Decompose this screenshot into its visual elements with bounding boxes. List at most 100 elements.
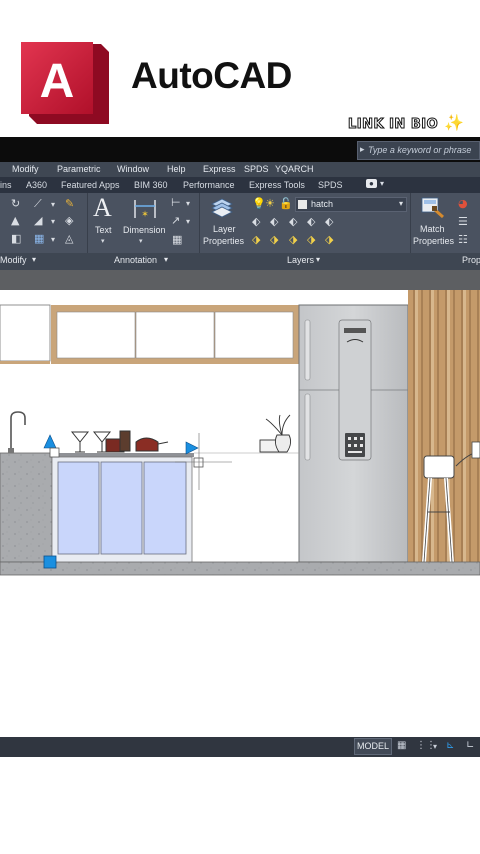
layer-properties-icon[interactable] (211, 197, 233, 219)
tab-dropdown-icon[interactable]: ▾ (380, 179, 384, 188)
tab-express-tools[interactable]: Express Tools (249, 180, 305, 190)
offset-icon[interactable]: ◬ (65, 233, 73, 244)
search-input[interactable]: ▸ Type a keyword or phrase (357, 141, 480, 160)
layer-tool-7-icon[interactable]: ⬗ (270, 234, 278, 245)
upper-cabinet-door-1 (56, 311, 136, 359)
mirror-icon[interactable]: ▲ (11, 215, 19, 226)
array-icon[interactable]: ▦ (34, 233, 44, 244)
layer-tool-5-icon[interactable]: ⬖ (325, 216, 333, 227)
panel-annotation-title[interactable]: Annotation (114, 255, 157, 265)
layer-tool-4-icon[interactable]: ⬖ (307, 216, 315, 227)
menu-parametric[interactable]: Parametric (57, 164, 101, 174)
file-tab-strip (0, 270, 480, 290)
rotate-icon[interactable]: ↻ (11, 198, 20, 209)
tab-performance[interactable]: Performance (183, 180, 235, 190)
dimension-dropdown-icon[interactable]: ▾ (139, 236, 143, 247)
cabinet-door-2 (100, 461, 143, 555)
panel-properties-title[interactable]: Prop (462, 255, 480, 265)
search-placeholder: Type a keyword or phrase (368, 145, 472, 155)
trim-dropdown-icon[interactable]: ▾ (51, 199, 55, 210)
cabinet-door-3 (143, 461, 187, 555)
layer-current-name: hatch (311, 199, 334, 209)
logo-letter: A (40, 55, 75, 108)
status-bar: MODEL ▦ ⋮⋮ ▾ ⊾ ∟ (0, 737, 480, 757)
left-wall-cabinet (0, 304, 51, 362)
tab-featured-apps[interactable]: Featured Apps (61, 180, 120, 190)
layer-tool-2-icon[interactable]: ⬖ (270, 216, 278, 227)
tab-bim-360[interactable]: BIM 360 (134, 180, 168, 190)
tab-overflow-icon[interactable]: ● (366, 179, 377, 188)
autocad-logo: A (21, 42, 109, 124)
panel-layers-title[interactable]: Layers (287, 255, 314, 265)
layer-lock-icon[interactable]: 🔓 (279, 198, 293, 209)
explode-icon[interactable]: ◈ (65, 215, 73, 226)
linear-dropdown-icon[interactable]: ▾ (186, 198, 190, 209)
tab-a360[interactable]: A360 (26, 180, 47, 190)
table-icon[interactable]: ▦ (172, 234, 182, 245)
fillet-icon[interactable]: ◢ (34, 215, 42, 226)
scale-icon[interactable]: ◧ (11, 233, 21, 244)
model-space-blank[interactable] (0, 580, 480, 736)
text-tool-label[interactable]: Text (95, 225, 112, 235)
dimension-icon[interactable]: ✶ (132, 198, 158, 220)
panel-modify-dropdown-icon[interactable]: ▾ (32, 255, 36, 264)
upper-cabinet-door-3 (214, 311, 294, 359)
linetype-icon[interactable]: ☰ (458, 216, 468, 227)
menu-express[interactable]: Express (203, 164, 236, 174)
menu-spds[interactable]: SPDS (244, 164, 269, 174)
match-properties-label-2[interactable]: Properties (413, 236, 454, 246)
text-dropdown-icon[interactable]: ▾ (101, 236, 105, 247)
floor-slab (0, 561, 480, 576)
layer-color-swatch (298, 200, 307, 209)
menu-help[interactable]: Help (167, 164, 186, 174)
polar-tracking-icon[interactable]: ∟ (466, 740, 474, 751)
grid-display-icon[interactable]: ▦ (397, 740, 406, 751)
lineweight-icon[interactable]: ☷ (458, 234, 468, 245)
panel-modify-title[interactable]: Modify (0, 255, 27, 265)
erase-icon[interactable]: ✎ (65, 198, 74, 209)
layer-properties-label-2[interactable]: Properties (203, 236, 244, 246)
text-tool-icon[interactable]: A (93, 195, 112, 221)
tab-plugins[interactable]: ins (0, 180, 12, 190)
layer-on-icon[interactable]: 💡 (252, 198, 266, 209)
menu-window[interactable]: Window (117, 164, 149, 174)
layer-tool-8-icon[interactable]: ⬗ (289, 234, 297, 245)
panel-annotation-dropdown-icon[interactable]: ▾ (164, 255, 168, 264)
panel-layers-dropdown-icon[interactable]: ▾ (316, 255, 320, 264)
leader-icon[interactable]: ↗ (171, 215, 180, 226)
match-properties-label-1[interactable]: Match (420, 224, 445, 234)
trim-icon[interactable]: ⟋ (34, 198, 42, 209)
array-dropdown-icon[interactable]: ▾ (51, 234, 55, 245)
layer-tool-9-icon[interactable]: ⬗ (307, 234, 315, 245)
layer-tool-6-icon[interactable]: ⬗ (252, 234, 260, 245)
ortho-mode-icon[interactable]: ⊾ (446, 740, 454, 751)
menu-modify[interactable]: Modify (12, 164, 39, 174)
layer-freeze-icon[interactable]: ☀ (265, 198, 275, 209)
base-grip (43, 555, 57, 569)
drawing-canvas[interactable] (0, 290, 480, 580)
layer-dropdown[interactable]: hatch ▾ (295, 197, 407, 212)
model-space-button[interactable]: MODEL (354, 738, 392, 755)
svg-text:✶: ✶ (141, 210, 149, 220)
leader-dropdown-icon[interactable]: ▾ (186, 216, 190, 227)
linear-dimension-icon[interactable]: ⊢ (171, 197, 181, 208)
ribbon-tab-bar: ins A360 Featured Apps BIM 360 Performan… (0, 177, 480, 193)
menu-yqarch[interactable]: YQARCH (275, 164, 314, 174)
dimension-tool-label[interactable]: Dimension (123, 225, 166, 235)
color-wheel-icon[interactable]: ◕ (458, 198, 468, 209)
fillet-dropdown-icon[interactable]: ▾ (51, 216, 55, 227)
menu-bar: Modify Parametric Window Help Express SP… (0, 162, 480, 177)
ribbon-panel-titles: Modify ▾ Annotation ▾ Layers ▾ Prop (0, 253, 480, 270)
snap-dropdown-icon[interactable]: ▾ (433, 742, 437, 751)
tab-spds[interactable]: SPDS (318, 180, 343, 190)
link-in-bio-caption: LINK IN BIO (347, 117, 439, 133)
layer-tool-1-icon[interactable]: ⬖ (252, 216, 260, 227)
cabinet-door-1 (57, 461, 100, 555)
layer-tool-10-icon[interactable]: ⬗ (325, 234, 333, 245)
match-properties-icon[interactable] (421, 197, 445, 219)
sparkle-emoji: ✨ (444, 113, 464, 132)
brand-title: AutoCAD (131, 55, 292, 96)
ribbon-panel: ↻ ⟋ ▾ ✎ ▲ ◢ ▾ ◈ ◧ ▦ ▾ ◬ A Text ▾ ✶ Dimen… (0, 193, 480, 270)
layer-properties-label-1[interactable]: Layer (213, 224, 236, 234)
layer-tool-3-icon[interactable]: ⬖ (289, 216, 297, 227)
